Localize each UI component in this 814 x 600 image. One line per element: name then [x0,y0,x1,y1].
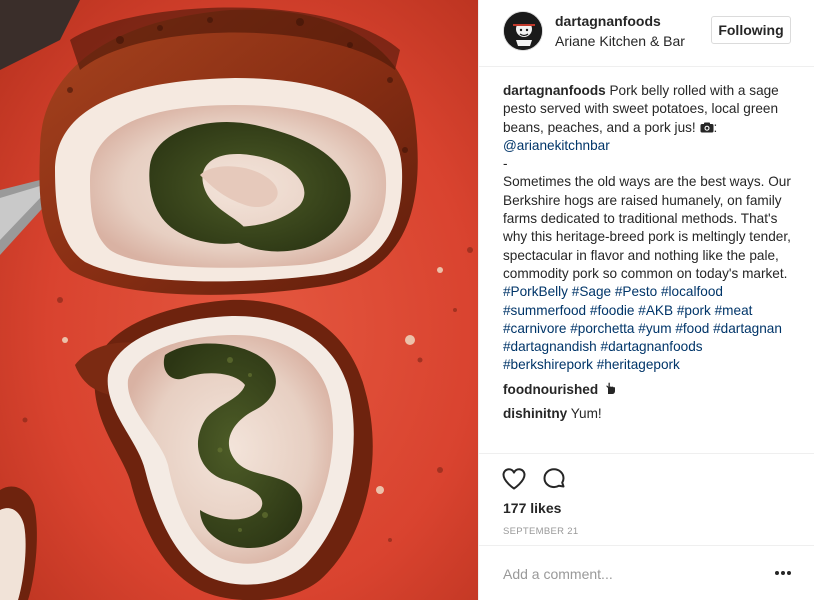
post-date[interactable]: SEPTEMBER 21 [503,526,578,537]
pointing-hand-icon [606,382,615,394]
hashtag[interactable]: #berkshirepork [503,357,593,372]
following-button[interactable]: Following [711,16,791,44]
likes-count[interactable]: 177 likes [503,500,561,516]
post-details-panel: dartagnanfoods Ariane Kitchen & Bar Foll… [478,0,814,600]
comments-section: dartagnanfoods Pork belly rolled with a … [503,82,793,423]
hashtag[interactable]: #foodie [590,303,635,318]
hashtag[interactable]: #localfood [661,284,723,299]
comment-bubble-icon[interactable] [541,466,567,492]
caption-intro: dartagnanfoods Pork belly rolled with a … [503,82,793,375]
heart-icon[interactable] [501,466,527,492]
camera-icon [700,122,713,133]
hashtag[interactable]: #food [675,321,709,336]
hashtag[interactable]: #heritagepork [597,357,680,372]
hashtag[interactable]: #yum [638,321,671,336]
comment-item: foodnourished [503,381,793,399]
comment-username[interactable]: dishinitny [503,406,567,421]
hashtag[interactable]: #dartagnandish [503,339,597,354]
hashtag[interactable]: #meat [715,303,753,318]
hashtag[interactable]: #porchetta [570,321,634,336]
hashtag[interactable]: #Pesto [615,284,657,299]
more-options-icon[interactable] [771,564,795,582]
hashtag[interactable]: #PorkBelly [503,284,568,299]
hashtag[interactable]: #carnivore [503,321,566,336]
hashtag[interactable]: #dartagnanfoods [601,339,703,354]
header-location[interactable]: Ariane Kitchen & Bar [555,33,685,49]
caption-body: Sometimes the old ways are the best ways… [503,174,791,281]
post-photo[interactable] [0,0,478,600]
post-header: dartagnanfoods Ariane Kitchen & Bar Foll… [479,0,814,67]
hashtag[interactable]: #Sage [572,284,611,299]
hashtag[interactable]: #AKB [638,303,673,318]
header-username[interactable]: dartagnanfoods [555,13,661,29]
caption-username[interactable]: dartagnanfoods [503,83,606,98]
comment-input[interactable] [503,563,753,585]
comment-text: Yum! [567,406,602,422]
avatar[interactable] [503,11,543,51]
caption-text-2: : [713,119,718,135]
caption-dash: - [503,156,508,172]
hashtag[interactable]: #summerfood [503,303,586,318]
comment-username[interactable]: foodnourished [503,382,598,397]
post-photo-image [0,0,478,600]
brand-logo-icon [504,12,542,50]
hashtag[interactable]: #dartagnan [713,321,782,336]
add-comment-bar [479,545,814,600]
post-caption: dartagnanfoods Pork belly rolled with a … [503,82,793,375]
mention-link[interactable]: @arianekitchnbar [503,138,610,153]
hashtag[interactable]: #pork [677,303,711,318]
comment-item: dishinitny Yum! [503,405,793,423]
